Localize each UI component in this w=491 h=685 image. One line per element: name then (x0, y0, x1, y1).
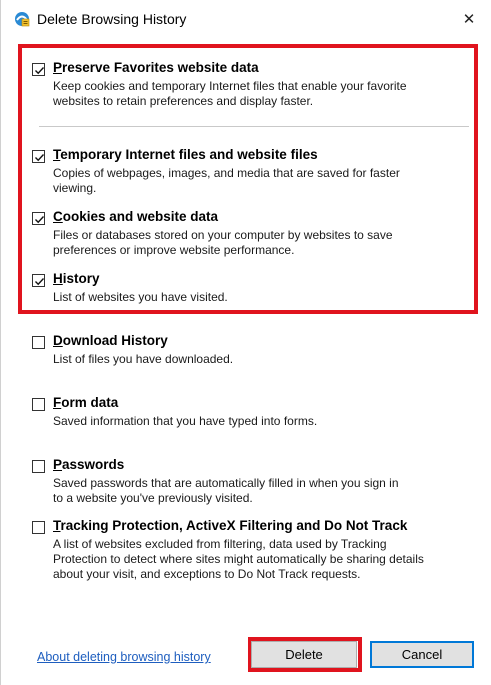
close-icon: ✕ (462, 11, 476, 28)
title-bar: Delete Browsing History ✕ (1, 0, 491, 40)
cancel-button-label: Cancel (401, 647, 443, 662)
cookies-label: Cookies and website data (53, 209, 219, 224)
about-deleting-history-link[interactable]: About deleting browsing history (37, 650, 211, 664)
checkmark-icon (35, 278, 45, 286)
history-description: List of websites you have visited. (53, 290, 228, 304)
temporary-files-checkbox[interactable] (32, 150, 45, 163)
internet-explorer-icon (14, 11, 30, 27)
passwords-description: Saved passwords that are automatically f… (53, 476, 399, 505)
history-label: History (53, 271, 100, 286)
checkmark-icon (35, 67, 45, 75)
options-divider (39, 126, 469, 127)
checkmark-icon (35, 154, 45, 162)
delete-button[interactable]: Delete (251, 641, 357, 668)
cancel-button[interactable]: Cancel (370, 641, 474, 668)
form-data-description: Saved information that you have typed in… (53, 414, 318, 428)
delete-browsing-history-dialog: Delete Browsing History ✕ Preserve Favor… (0, 0, 491, 685)
window-title: Delete Browsing History (37, 11, 187, 27)
download-history-label: Download History (53, 333, 168, 348)
tracking-protection-checkbox[interactable] (32, 521, 45, 534)
temporary-files-label: Temporary Internet files and website fil… (53, 147, 318, 162)
delete-button-label: Delete (285, 647, 323, 662)
form-data-checkbox[interactable] (32, 398, 45, 411)
checkmark-icon (35, 216, 45, 224)
preserve-favorites-description: Keep cookies and temporary Internet file… (53, 79, 407, 108)
tracking-protection-description: A list of websites excluded from filteri… (53, 537, 424, 581)
preserve-favorites-label: Preserve Favorites website data (53, 60, 259, 75)
history-checkbox[interactable] (32, 274, 45, 287)
preserve-favorites-checkbox[interactable] (32, 63, 45, 76)
download-history-checkbox[interactable] (32, 336, 45, 349)
form-data-label: Form data (53, 395, 119, 410)
temporary-files-description: Copies of webpages, images, and media th… (53, 166, 400, 195)
download-history-description: List of files you have downloaded. (53, 352, 234, 366)
passwords-label: Passwords (53, 457, 125, 472)
tracking-protection-label: Tracking Protection, ActiveX Filtering a… (53, 518, 408, 533)
passwords-checkbox[interactable] (32, 460, 45, 473)
cookies-checkbox[interactable] (32, 212, 45, 225)
close-button[interactable]: ✕ (454, 4, 484, 34)
cookies-description: Files or databases stored on your comput… (53, 228, 393, 257)
